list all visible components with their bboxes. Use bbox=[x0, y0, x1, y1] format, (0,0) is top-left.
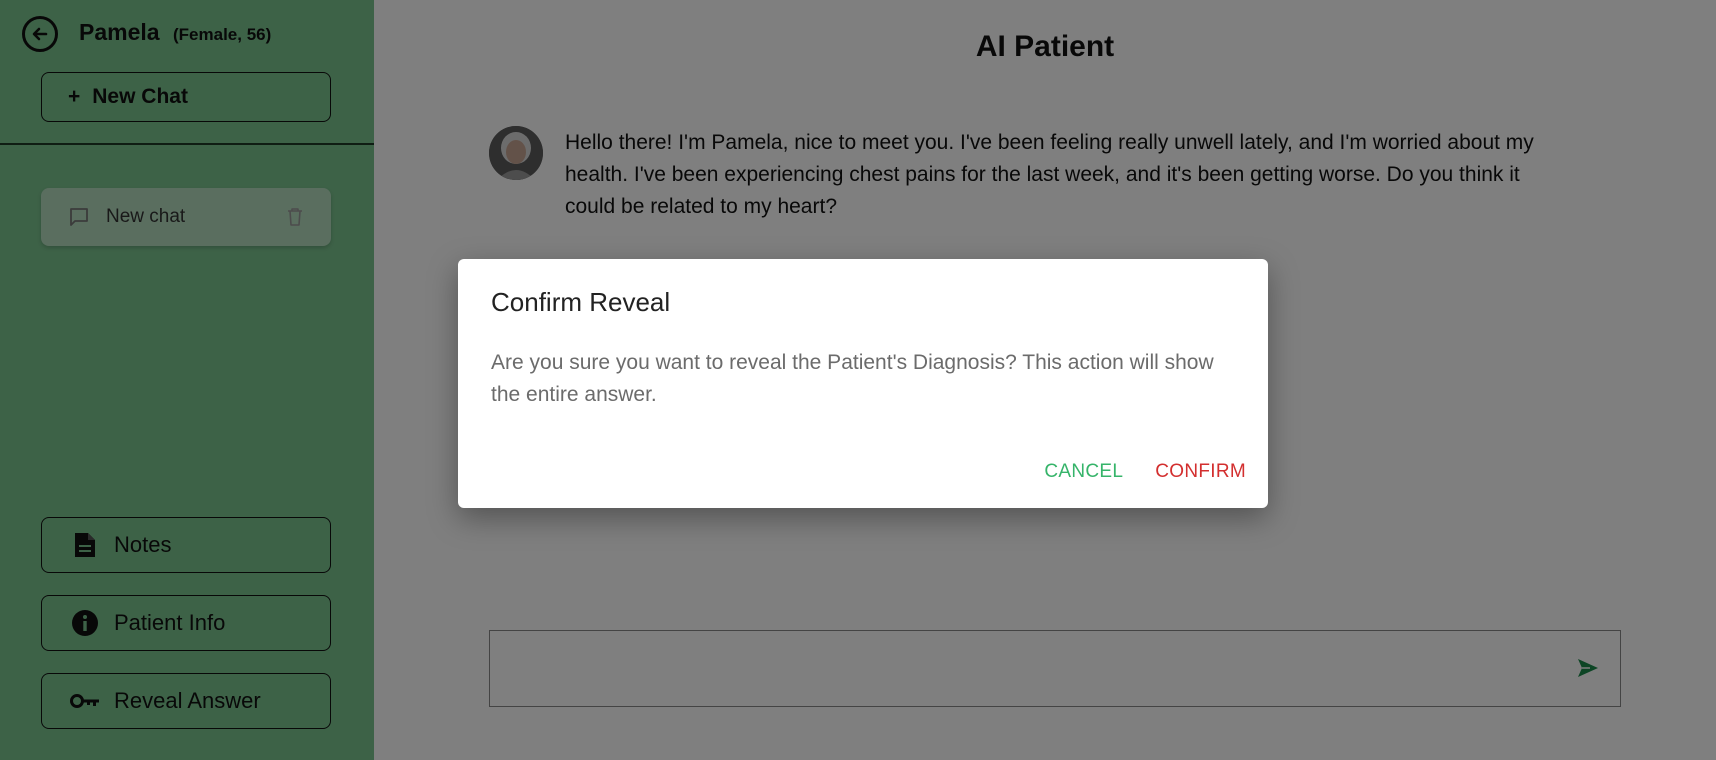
confirm-button[interactable]: CONFIRM bbox=[1155, 461, 1246, 483]
cancel-button[interactable]: CANCEL bbox=[1044, 461, 1123, 483]
confirm-reveal-dialog: Confirm Reveal Are you sure you want to … bbox=[458, 259, 1268, 508]
dialog-body: Are you sure you want to reveal the Pati… bbox=[491, 351, 1214, 406]
dialog-actions: CANCEL CONFIRM bbox=[1044, 461, 1246, 483]
dialog-title: Confirm Reveal bbox=[491, 287, 671, 317]
